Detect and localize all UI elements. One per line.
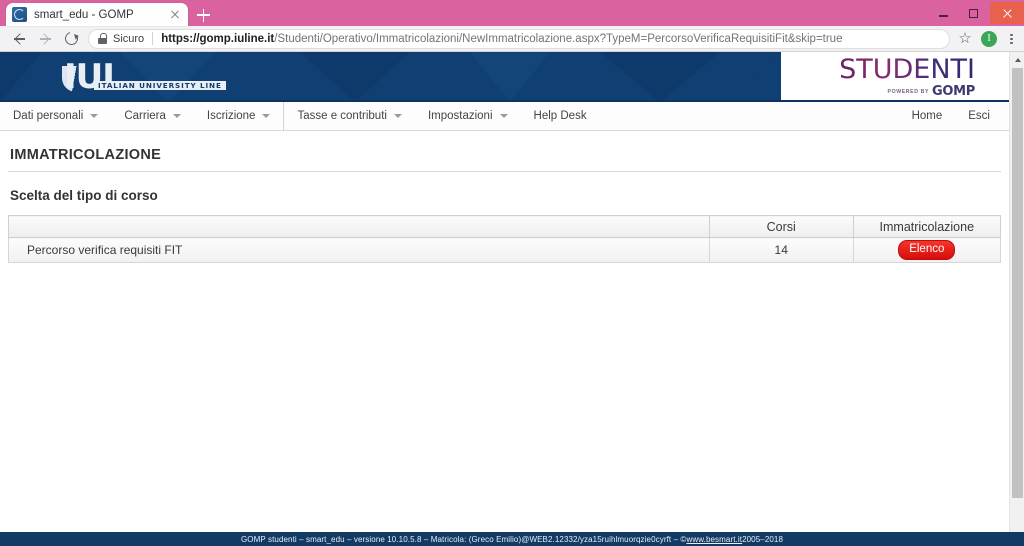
table-body: Percorso verifica requisiti FIT 14 Elenc… (8, 237, 1002, 263)
bookmark-star-icon[interactable]: ☆ (956, 30, 974, 48)
nav-label: Impostazioni (427, 110, 493, 122)
browser-titlebar: smart_edu - GOMP (0, 0, 1024, 26)
elenco-button[interactable]: Elenco (898, 240, 956, 260)
nav-item-iscrizione[interactable]: Iscrizione (194, 102, 284, 131)
secure-label: Sicuro (113, 32, 145, 45)
iul-pages-mark-icon (62, 66, 92, 92)
nav-label: Esci (968, 110, 990, 122)
table-header-row: Corsi Immatricolazione (8, 215, 1002, 238)
tab-strip: smart_edu - GOMP (0, 0, 217, 26)
browser-window: smart_edu - GOMP Sicuro https://gomp.iul… (0, 0, 1024, 546)
page-title: IMMATRICOLAZIONE (10, 147, 162, 163)
site-banner: IUL ITALIAN UNIVERSITY LINE STUDENTI POW… (0, 52, 1009, 102)
browser-tab[interactable]: smart_edu - GOMP (6, 3, 188, 26)
reload-icon (62, 29, 80, 48)
back-arrow-icon (13, 33, 25, 44)
table-head: Corsi Immatricolazione (8, 215, 1002, 238)
close-window-button[interactable] (990, 2, 1024, 24)
nav-label: Dati personali (13, 110, 84, 122)
lock-icon (98, 33, 107, 44)
maximize-icon (968, 8, 978, 18)
browser-toolbar: Sicuro https://gomp.iuline.it/Studenti/O… (0, 26, 1024, 52)
iul-logo[interactable]: IUL ITALIAN UNIVERSITY LINE (62, 52, 226, 100)
new-tab-button[interactable] (191, 3, 217, 26)
cell-action: Elenco (852, 237, 1002, 263)
nav-label: Home (911, 110, 943, 122)
nav-item-help-desk[interactable]: Help Desk (521, 102, 600, 131)
reload-button[interactable] (58, 27, 84, 51)
omnibox-divider (152, 32, 154, 45)
nav-item-esci[interactable]: Esci (955, 102, 1003, 131)
cell-course-count: 14 (708, 237, 854, 263)
page-content: IUL ITALIAN UNIVERSITY LINE STUDENTI POW… (0, 52, 1009, 546)
url-text: https://gomp.iuline.it/Studenti/Operativ… (161, 33, 842, 45)
studenti-logo: STUDENTI POWERED BY GOMP (839, 56, 975, 99)
footer-text-before: GOMP studenti – smart_edu – versione 10.… (240, 534, 687, 544)
column-header-immatricolazione: Immatricolazione (852, 215, 1002, 238)
column-header-name (8, 215, 710, 238)
table-row: Percorso verifica requisiti FIT 14 Elenc… (8, 237, 1002, 263)
close-icon (1002, 8, 1013, 19)
window-controls (928, 0, 1024, 26)
scroll-up-button[interactable] (1010, 52, 1024, 67)
forward-arrow-icon (39, 33, 51, 44)
iul-logo-subtitle: ITALIAN UNIVERSITY LINE (94, 80, 226, 90)
nav-item-home[interactable]: Home (899, 102, 956, 131)
page-viewport: IUL ITALIAN UNIVERSITY LINE STUDENTI POW… (0, 52, 1024, 546)
nav-item-dati-personali[interactable]: Dati personali (0, 102, 111, 131)
back-button[interactable] (6, 27, 32, 51)
address-bar[interactable]: Sicuro https://gomp.iuline.it/Studenti/O… (88, 28, 950, 49)
powered-by-gomp: POWERED BY GOMP (839, 84, 976, 99)
nav-item-tasse-e-contributi[interactable]: Tasse e contributi (284, 102, 415, 131)
gomp-wordmark: GOMP (932, 84, 975, 99)
site-footer: GOMP studenti – smart_edu – versione 10.… (0, 532, 1024, 546)
studenti-wordmark: STUDENTI (839, 54, 975, 85)
nav-right-group: Home Esci (899, 102, 1009, 131)
nav-item-carriera[interactable]: Carriera (111, 102, 194, 131)
chevron-down-icon (262, 114, 271, 118)
main-navigation: Dati personali Carriera Iscrizione Tasse… (0, 101, 1009, 131)
iul-logo-text: IUL ITALIAN UNIVERSITY LINE (62, 60, 226, 94)
nav-item-impostazioni[interactable]: Impostazioni (415, 102, 521, 131)
tab-title: smart_edu - GOMP (34, 8, 134, 21)
chevron-down-icon (499, 114, 508, 118)
maximize-button[interactable] (958, 1, 988, 25)
nav-label: Tasse e contributi (297, 110, 387, 122)
title-divider (8, 171, 1001, 172)
besmart-link[interactable]: www.besmart.it (686, 535, 742, 544)
caret-up-icon (1014, 57, 1021, 62)
minimize-button[interactable] (928, 1, 958, 25)
chevron-down-icon (393, 114, 402, 118)
scrollbar-thumb[interactable] (1012, 68, 1023, 498)
powered-by-label: POWERED BY (887, 88, 929, 95)
chevron-down-icon (90, 114, 99, 118)
chevron-down-icon (172, 114, 181, 118)
url-path: /Studenti/Operativo/Immatricolazioni/New… (274, 32, 843, 45)
minimize-icon (938, 15, 948, 17)
chrome-menu-icon[interactable] (1004, 30, 1018, 48)
nav-label: Carriera (124, 110, 166, 122)
url-domain: https://gomp.iuline.it (161, 32, 275, 45)
close-tab-icon[interactable] (168, 8, 182, 22)
cell-course-name: Percorso verifica requisiti FIT (8, 237, 710, 263)
main-content: IMMATRICOLAZIONE Scelta del tipo di cors… (0, 131, 1009, 263)
banner-diagonal (735, 52, 781, 100)
footer-text-after: 2005–2018 (742, 534, 784, 544)
column-header-corsi: Corsi (708, 215, 854, 238)
forward-button[interactable] (32, 27, 58, 51)
nav-label: Iscrizione (206, 110, 256, 122)
profile-avatar[interactable]: I (981, 30, 997, 47)
page-scrollbar[interactable] (1009, 52, 1024, 546)
gomp-favicon-icon (12, 7, 27, 22)
section-title: Scelta del tipo di corso (10, 188, 158, 203)
course-types-table: Corsi Immatricolazione Percorso verifica… (8, 215, 1002, 263)
nav-label: Help Desk (533, 110, 587, 122)
